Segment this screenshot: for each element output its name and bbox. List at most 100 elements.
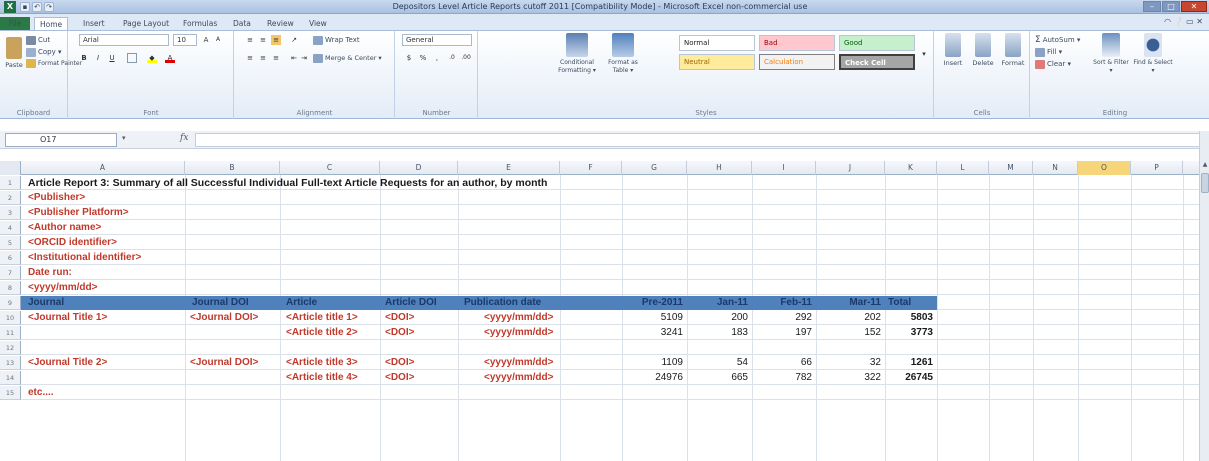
column-header-c[interactable]: C bbox=[280, 161, 380, 175]
italic-icon[interactable]: I bbox=[93, 53, 103, 63]
article-cell[interactable]: <Article title 4> bbox=[284, 371, 360, 385]
style-good[interactable]: Good bbox=[839, 35, 915, 51]
article-doi-cell[interactable]: <DOI> bbox=[383, 311, 416, 325]
journal-cell[interactable]: <Journal Title 2> bbox=[26, 356, 109, 370]
column-header-p[interactable]: P bbox=[1131, 161, 1183, 175]
decrease-decimal-icon[interactable]: .00 bbox=[460, 53, 472, 63]
font-color-icon[interactable]: A bbox=[165, 53, 175, 63]
header-journal-doi[interactable]: Journal DOI bbox=[190, 296, 251, 310]
find-select-button[interactable]: Find & Select ▾ bbox=[1133, 33, 1173, 75]
name-box[interactable]: O17 bbox=[5, 133, 117, 147]
total-cell[interactable]: 3773 bbox=[885, 326, 935, 340]
row-header[interactable]: 9 bbox=[0, 296, 21, 310]
wrap-text-button[interactable]: Wrap Text bbox=[313, 35, 360, 45]
format-cells-button[interactable]: Format bbox=[999, 33, 1027, 67]
feb-cell[interactable]: 197 bbox=[752, 326, 814, 340]
etc-cell[interactable]: etc.... bbox=[26, 386, 56, 400]
font-name-select[interactable]: Arial bbox=[79, 34, 169, 46]
row-header[interactable]: 12 bbox=[0, 341, 21, 355]
jan-cell[interactable]: 665 bbox=[687, 371, 750, 385]
column-header-b[interactable]: B bbox=[185, 161, 280, 175]
select-all-corner[interactable] bbox=[0, 161, 21, 175]
pub-date-cell[interactable]: <yyyy/mm/dd> bbox=[482, 311, 555, 325]
header-article[interactable]: Article bbox=[284, 296, 319, 310]
shrink-font-icon[interactable]: A bbox=[213, 35, 223, 45]
mar-cell[interactable]: 202 bbox=[816, 311, 883, 325]
journal-doi-cell[interactable]: <Journal DOI> bbox=[188, 311, 260, 325]
align-top-icon[interactable]: ≡ bbox=[245, 35, 255, 45]
number-format-select[interactable]: General bbox=[402, 34, 472, 46]
journal-doi-cell[interactable]: <Journal DOI> bbox=[188, 356, 260, 370]
header-article-doi[interactable]: Article DOI bbox=[383, 296, 439, 310]
tab-page-layout[interactable]: Page Layout bbox=[118, 17, 174, 30]
journal-cell[interactable] bbox=[26, 326, 30, 340]
journal-doi-cell[interactable] bbox=[188, 371, 192, 385]
mar-cell[interactable]: 322 bbox=[816, 371, 883, 385]
total-cell[interactable]: 1261 bbox=[885, 356, 935, 370]
insert-function-icon[interactable]: fx bbox=[180, 133, 188, 143]
delete-cells-button[interactable]: Delete bbox=[969, 33, 997, 67]
worksheet-grid[interactable]: A B C D E F G H I J K L M N O P 1 2 3 4 … bbox=[0, 161, 1199, 461]
row-header[interactable]: 13 bbox=[0, 356, 21, 370]
merge-center-button[interactable]: Merge & Center ▾ bbox=[313, 53, 382, 63]
align-right-icon[interactable]: ≡ bbox=[271, 53, 281, 63]
styles-more-icon[interactable]: ▾ bbox=[919, 49, 929, 59]
format-as-table-button[interactable]: Format as Table ▾ bbox=[603, 33, 643, 75]
tab-review[interactable]: Review bbox=[262, 17, 299, 30]
column-header-f[interactable]: F bbox=[560, 161, 622, 175]
cut-button[interactable]: Cut bbox=[26, 35, 50, 45]
row-header[interactable]: 5 bbox=[0, 236, 21, 250]
style-bad[interactable]: Bad bbox=[759, 35, 835, 51]
increase-indent-icon[interactable]: ⇥ bbox=[299, 53, 309, 63]
article-doi-cell[interactable]: <DOI> bbox=[383, 356, 416, 370]
conditional-formatting-button[interactable]: Conditional Formatting ▾ bbox=[557, 33, 597, 75]
column-header-h[interactable]: H bbox=[687, 161, 752, 175]
journal-cell[interactable]: <Journal Title 1> bbox=[26, 311, 109, 325]
feb-cell[interactable]: 66 bbox=[752, 356, 814, 370]
paste-button[interactable]: Paste bbox=[4, 37, 24, 69]
author-cell[interactable]: <Author name> bbox=[26, 221, 103, 235]
tab-file[interactable]: File bbox=[0, 17, 30, 30]
platform-cell[interactable]: <Publisher Platform> bbox=[26, 206, 131, 220]
article-doi-cell[interactable]: <DOI> bbox=[383, 371, 416, 385]
feb-cell[interactable]: 782 bbox=[752, 371, 814, 385]
mar-cell[interactable]: 32 bbox=[816, 356, 883, 370]
tab-data[interactable]: Data bbox=[228, 17, 256, 30]
comma-icon[interactable]: , bbox=[432, 53, 442, 63]
borders-icon[interactable] bbox=[127, 53, 137, 63]
maximize-button[interactable]: □ bbox=[1162, 1, 1180, 12]
style-neutral[interactable]: Neutral bbox=[679, 54, 755, 70]
date-format-cell[interactable]: <yyyy/mm/dd> bbox=[26, 281, 99, 295]
pre2011-cell[interactable]: 5109 bbox=[622, 311, 685, 325]
article-cell[interactable]: <Article title 2> bbox=[284, 326, 360, 340]
pub-date-cell[interactable]: <yyyy/mm/dd> bbox=[482, 326, 555, 340]
increase-decimal-icon[interactable]: .0 bbox=[446, 53, 458, 63]
row-header[interactable]: 7 bbox=[0, 266, 21, 280]
excel-app-icon[interactable]: X bbox=[4, 1, 16, 13]
article-cell[interactable]: <Article title 3> bbox=[284, 356, 360, 370]
row-header[interactable]: 15 bbox=[0, 386, 21, 400]
header-journal[interactable]: Journal bbox=[26, 296, 66, 310]
publisher-cell[interactable]: <Publisher> bbox=[26, 191, 87, 205]
currency-icon[interactable]: $ bbox=[404, 53, 414, 63]
orcid-cell[interactable]: <ORCID identifier> bbox=[26, 236, 119, 250]
row-header[interactable]: 6 bbox=[0, 251, 21, 265]
tab-view[interactable]: View bbox=[304, 17, 332, 30]
align-center-icon[interactable]: ≡ bbox=[258, 53, 268, 63]
feb-cell[interactable]: 292 bbox=[752, 311, 814, 325]
tab-formulas[interactable]: Formulas bbox=[178, 17, 222, 30]
report-title[interactable]: Article Report 3: Summary of all Success… bbox=[26, 176, 549, 190]
row-header[interactable]: 8 bbox=[0, 281, 21, 295]
column-header-l[interactable]: L bbox=[937, 161, 989, 175]
date-run-cell[interactable]: Date run: bbox=[26, 266, 74, 280]
font-size-select[interactable]: 10 bbox=[173, 34, 197, 46]
header-total[interactable]: Total bbox=[886, 296, 913, 310]
bold-icon[interactable]: B bbox=[79, 53, 89, 63]
percent-icon[interactable]: % bbox=[418, 53, 428, 63]
column-header-j[interactable]: J bbox=[816, 161, 885, 175]
orientation-icon[interactable]: ↗ bbox=[289, 35, 299, 45]
header-pre-2011[interactable]: Pre-2011 bbox=[622, 296, 685, 310]
align-middle-icon[interactable]: ≡ bbox=[258, 35, 268, 45]
formula-input[interactable] bbox=[195, 133, 1200, 147]
underline-icon[interactable]: U bbox=[107, 53, 117, 63]
